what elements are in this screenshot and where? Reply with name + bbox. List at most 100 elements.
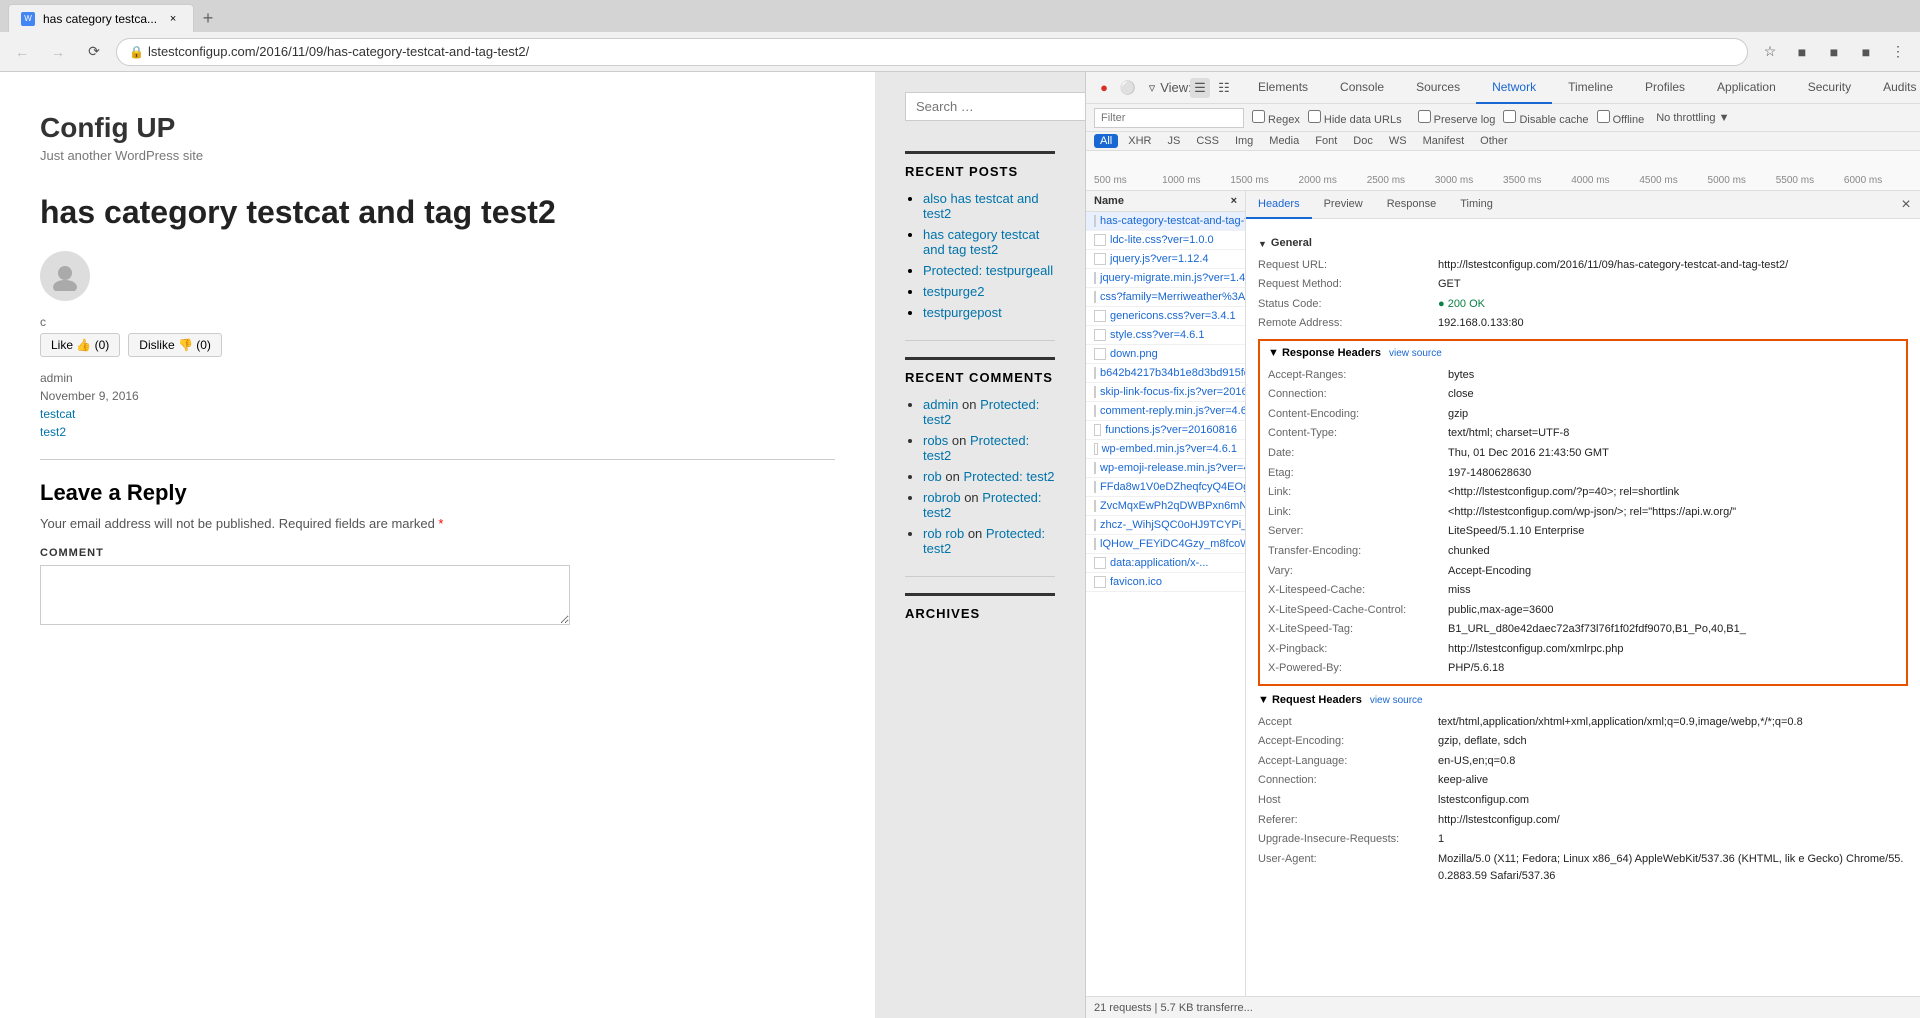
tab-console[interactable]: Console — [1324, 72, 1400, 104]
regex-checkbox[interactable] — [1252, 110, 1265, 123]
extension-button-1[interactable]: ■ — [1788, 38, 1816, 66]
view-icon[interactable]: View: — [1166, 78, 1186, 98]
details-close-button[interactable]: × — [1892, 191, 1920, 219]
filter-ws[interactable]: WS — [1383, 134, 1413, 148]
recent-post-link-2[interactable]: has category testcat and tag test2 — [923, 227, 1039, 257]
comment-author-1[interactable]: admin — [923, 397, 958, 412]
clear-button[interactable]: ⚪ — [1118, 78, 1138, 98]
tab-audits[interactable]: Audits — [1867, 72, 1920, 104]
filter-icon[interactable]: ▿ — [1142, 78, 1162, 98]
network-row-1[interactable]: has-category-testcat-and-tag-te... — [1086, 212, 1245, 231]
network-row-13[interactable]: wp-embed.min.js?ver=4.6.1 — [1086, 440, 1245, 459]
network-row-6[interactable]: genericons.css?ver=3.4.1 — [1086, 307, 1245, 326]
post-tag1[interactable]: testcat — [40, 407, 835, 421]
comment-author-3[interactable]: rob — [923, 469, 942, 484]
address-bar[interactable]: 🔒 lstestconfigup.com/2016/11/09/has-cate… — [116, 38, 1748, 66]
active-tab[interactable]: W has category testca... × — [8, 4, 194, 32]
network-row-9[interactable]: b642b4217b34b1e8d3bd915fc65... — [1086, 364, 1245, 383]
record-button[interactable]: ● — [1094, 78, 1114, 98]
extension-button-3[interactable]: ■ — [1852, 38, 1880, 66]
tab-network[interactable]: Network — [1476, 72, 1552, 104]
network-row-10[interactable]: skip-link-focus-fix.js?ver=20160... — [1086, 383, 1245, 402]
filter-other[interactable]: Other — [1474, 134, 1514, 148]
preview-tab[interactable]: Preview — [1312, 191, 1375, 219]
disable-cache-label[interactable]: Disable cache — [1503, 110, 1588, 126]
filter-media[interactable]: Media — [1263, 134, 1305, 148]
lock-icon: 🔒 — [129, 45, 144, 59]
tab-close-button[interactable]: × — [165, 11, 181, 27]
network-row-2[interactable]: ldc-lite.css?ver=1.0.0 — [1086, 231, 1245, 250]
recent-post-link-4[interactable]: testpurge2 — [923, 284, 984, 299]
search-input[interactable] — [905, 92, 1103, 121]
filter-xhr[interactable]: XHR — [1122, 134, 1157, 148]
network-row-18[interactable]: lQHow_FEYiDC4Gzy_m8fcoWM... — [1086, 535, 1245, 554]
network-row-8[interactable]: down.png — [1086, 345, 1245, 364]
name-close-icon[interactable]: × — [1231, 195, 1237, 207]
network-row-17[interactable]: zhcz-_WihjSQC0oHJ9TCYPi_vA... — [1086, 516, 1245, 535]
network-row-20[interactable]: favicon.ico — [1086, 573, 1245, 592]
network-row-5[interactable]: css?family=Merriweather%3A40... — [1086, 288, 1245, 307]
headers-tab[interactable]: Headers — [1246, 191, 1312, 219]
comment-textarea[interactable] — [40, 565, 570, 625]
tab-elements[interactable]: Elements — [1242, 72, 1324, 104]
comment-author-4[interactable]: robrob — [923, 490, 961, 505]
recent-post-link-1[interactable]: also has testcat and test2 — [923, 191, 1039, 221]
network-row-3[interactable]: jquery.js?ver=1.12.4 — [1086, 250, 1245, 269]
filter-all[interactable]: All — [1094, 134, 1118, 148]
extension-button-2[interactable]: ■ — [1820, 38, 1848, 66]
like-button[interactable]: Like 👍 (0) — [40, 333, 120, 357]
throttling-select[interactable]: No throttling ▼ — [1656, 112, 1729, 124]
tab-profiles[interactable]: Profiles — [1629, 72, 1701, 104]
preserve-log-label[interactable]: Preserve log — [1418, 110, 1496, 126]
offline-label[interactable]: Offline — [1597, 110, 1645, 126]
offline-checkbox[interactable] — [1597, 110, 1610, 123]
back-button[interactable]: ← — [8, 38, 36, 66]
network-row-19[interactable]: data:application/x-... — [1086, 554, 1245, 573]
network-row-4[interactable]: jquery-migrate.min.js?ver=1.4.1 — [1086, 269, 1245, 288]
comment-post-3[interactable]: Protected: test2 — [963, 469, 1054, 484]
network-row-16[interactable]: ZvcMqxEwPh2qDWBPxn6mNku... — [1086, 497, 1245, 516]
comment-author-2[interactable]: robs — [923, 433, 948, 448]
regex-label[interactable]: Regex — [1252, 110, 1300, 126]
hide-urls-label[interactable]: Hide data URLs — [1308, 110, 1402, 126]
post-tag2[interactable]: test2 — [40, 425, 835, 439]
server-row: Server: LiteSpeed/5.1.10 Enterprise — [1268, 523, 1898, 541]
network-row-11[interactable]: comment-reply.min.js?ver=4.6.1 — [1086, 402, 1245, 421]
reload-button[interactable]: ⟳ — [80, 38, 108, 66]
dislike-button[interactable]: Dislike 👎 (0) — [128, 333, 222, 357]
response-view-source-link[interactable]: view source — [1389, 346, 1442, 362]
forward-button[interactable]: → — [44, 38, 72, 66]
list-item: rob rob on Protected: test2 — [923, 526, 1055, 556]
network-filter-input[interactable] — [1094, 108, 1244, 128]
timing-tab[interactable]: Timing — [1448, 191, 1505, 219]
hide-urls-checkbox[interactable] — [1308, 110, 1321, 123]
filter-manifest[interactable]: Manifest — [1417, 134, 1471, 148]
network-row-14[interactable]: wp-emoji-release.min.js?ver=4.6... — [1086, 459, 1245, 478]
recent-post-link-3[interactable]: Protected: testpurgeall — [923, 263, 1053, 278]
timeline-bar: 500 ms 1000 ms 1500 ms 2000 ms 2500 ms 3… — [1086, 151, 1920, 191]
tab-application[interactable]: Application — [1701, 72, 1792, 104]
new-tab-button[interactable]: + — [194, 4, 222, 32]
bookmark-button[interactable]: ☆ — [1756, 38, 1784, 66]
comment-author-5[interactable]: rob rob — [923, 526, 964, 541]
response-tab[interactable]: Response — [1375, 191, 1449, 219]
recent-post-link-5[interactable]: testpurgepost — [923, 305, 1002, 320]
tab-security[interactable]: Security — [1792, 72, 1867, 104]
row-checkbox-19 — [1094, 557, 1106, 569]
preserve-log-checkbox[interactable] — [1418, 110, 1431, 123]
disable-cache-checkbox[interactable] — [1503, 110, 1516, 123]
filter-font[interactable]: Font — [1309, 134, 1343, 148]
view-large-icon[interactable]: ☷ — [1214, 78, 1234, 98]
network-row-7[interactable]: style.css?ver=4.6.1 — [1086, 326, 1245, 345]
network-row-12[interactable]: functions.js?ver=20160816 — [1086, 421, 1245, 440]
filter-js[interactable]: JS — [1161, 134, 1186, 148]
menu-button[interactable]: ⋮ — [1884, 38, 1912, 66]
network-row-15[interactable]: FFda8w1V0eDZheqfcyQ4EOgd... — [1086, 478, 1245, 497]
filter-doc[interactable]: Doc — [1347, 134, 1379, 148]
tab-sources[interactable]: Sources — [1400, 72, 1476, 104]
tab-timeline[interactable]: Timeline — [1552, 72, 1629, 104]
filter-img[interactable]: Img — [1229, 134, 1259, 148]
request-view-source-link[interactable]: view source — [1370, 693, 1423, 709]
view-list-icon[interactable]: ☰ — [1190, 78, 1210, 98]
filter-css[interactable]: CSS — [1190, 134, 1225, 148]
